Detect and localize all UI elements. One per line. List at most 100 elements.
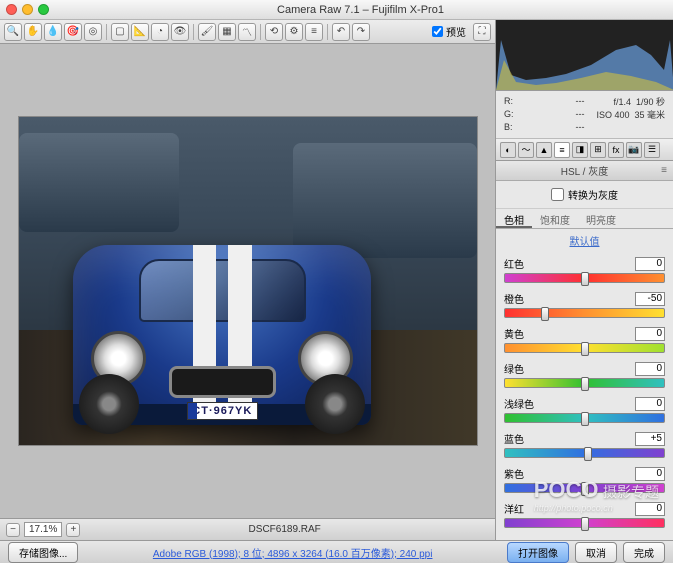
metadata-box: R:--- G:--- B:--- f/1.4 1/90 秒 ISO 400 3… <box>496 91 673 139</box>
window-maximize-button[interactable] <box>38 4 49 15</box>
default-link[interactable]: 默认值 <box>496 229 673 252</box>
panel-title: HSL / 灰度 <box>496 161 673 181</box>
rotate-ccw-icon[interactable]: ↶ <box>332 23 350 41</box>
tab-curve-icon[interactable]: 〜 <box>518 142 534 158</box>
slider-value-input[interactable] <box>635 327 665 341</box>
color-sampler-tool-icon[interactable]: 🎯 <box>64 23 82 41</box>
slider-track[interactable] <box>504 448 665 458</box>
license-plate: CT·967YK <box>192 405 252 417</box>
zoom-tool-icon[interactable]: 🔍 <box>4 23 22 41</box>
slider-thumb[interactable] <box>581 342 589 356</box>
tab-lens-icon[interactable]: ⊞ <box>590 142 606 158</box>
tab-basic-icon[interactable]: ◐ <box>500 142 516 158</box>
slider-track[interactable] <box>504 413 665 423</box>
done-button[interactable]: 完成 <box>623 542 665 563</box>
separator <box>193 24 194 40</box>
slider-thumb[interactable] <box>581 517 589 531</box>
slider-track[interactable] <box>504 308 665 318</box>
slider-value-input[interactable] <box>635 257 665 271</box>
slider-label: 浅绿色 <box>504 396 534 411</box>
graduated-filter-tool-icon[interactable]: ▦ <box>218 23 236 41</box>
window-close-button[interactable] <box>6 4 17 15</box>
slider-value-input[interactable] <box>635 362 665 376</box>
slider-value-input[interactable] <box>635 467 665 481</box>
adjust-tabs: ◐ 〜 ▲ ≡ ◨ ⊞ fx 📷 ☰ <box>496 139 673 161</box>
toolbar: 🔍 ✋ 💧 🎯 ◎ ▢ 📐 ◔ 👁 🖌 ▦ 〽 ⟲ ⚙ ≡ ↶ ↷ 预览 ⛶ <box>0 20 495 44</box>
status-bar: − 17.1% + DSCF6189.RAF <box>0 518 495 540</box>
list-tool-icon[interactable]: ≡ <box>305 23 323 41</box>
tab-fx-icon[interactable]: fx <box>608 142 624 158</box>
slider-thumb[interactable] <box>581 272 589 286</box>
subtab-hue[interactable]: 色相 <box>496 209 532 228</box>
window-minimize-button[interactable] <box>22 4 33 15</box>
sliders-container: 红色橙色黄色绿色浅绿色蓝色紫色洋红 <box>496 252 673 540</box>
subtab-luminance[interactable]: 明亮度 <box>578 209 624 228</box>
separator <box>106 24 107 40</box>
spot-removal-tool-icon[interactable]: ◔ <box>151 23 169 41</box>
image-frame: CT·967YK <box>18 116 478 446</box>
targeted-adjust-tool-icon[interactable]: ◎ <box>84 23 102 41</box>
window-title: Camera Raw 7.1 – Fujifilm X-Pro1 <box>54 4 667 16</box>
crop-tool-icon[interactable]: ▢ <box>111 23 129 41</box>
redeye-tool-icon[interactable]: 👁 <box>171 23 189 41</box>
slider-thumb[interactable] <box>584 447 592 461</box>
tab-hsl-icon[interactable]: ≡ <box>554 142 570 158</box>
slider-row-6: 紫色 <box>504 466 665 493</box>
tone-curve-tool-icon[interactable]: 〽 <box>238 23 256 41</box>
slider-thumb[interactable] <box>581 377 589 391</box>
preview-toggle[interactable]: 预览 ⛶ <box>432 23 491 41</box>
slider-value-input[interactable] <box>635 432 665 446</box>
tab-split-icon[interactable]: ◨ <box>572 142 588 158</box>
image-preview-area[interactable]: CT·967YK <box>0 44 495 518</box>
slider-row-7: 洋红 <box>504 501 665 528</box>
subtab-saturation[interactable]: 饱和度 <box>532 209 578 228</box>
slider-track[interactable] <box>504 483 665 493</box>
slider-row-0: 红色 <box>504 256 665 283</box>
slider-label: 绿色 <box>504 361 524 376</box>
mac-titlebar: Camera Raw 7.1 – Fujifilm X-Pro1 <box>0 0 673 20</box>
fullscreen-icon[interactable]: ⛶ <box>473 23 491 41</box>
save-image-button[interactable]: 存储图像... <box>8 542 78 563</box>
preview-checkbox[interactable] <box>432 26 443 37</box>
rotate-tool-icon[interactable]: ⟲ <box>265 23 283 41</box>
eyedropper-tool-icon[interactable]: 💧 <box>44 23 62 41</box>
straighten-tool-icon[interactable]: 📐 <box>131 23 149 41</box>
cancel-button[interactable]: 取消 <box>575 542 617 563</box>
slider-row-2: 黄色 <box>504 326 665 353</box>
bottom-row: 存储图像... Adobe RGB (1998); 8 位; 4896 x 32… <box>0 540 673 563</box>
slider-value-input[interactable] <box>635 292 665 306</box>
zoom-level[interactable]: 17.1% <box>24 522 62 537</box>
slider-thumb[interactable] <box>541 307 549 321</box>
grayscale-row[interactable]: 转换为灰度 <box>496 181 673 209</box>
filename: DSCF6189.RAF <box>80 524 489 535</box>
slider-track[interactable] <box>504 378 665 388</box>
hsl-subtabs: 色相 饱和度 明亮度 <box>496 209 673 229</box>
slider-track[interactable] <box>504 518 665 528</box>
slider-value-input[interactable] <box>635 397 665 411</box>
tab-detail-icon[interactable]: ▲ <box>536 142 552 158</box>
rotate-cw-icon[interactable]: ↷ <box>352 23 370 41</box>
adjustment-brush-tool-icon[interactable]: 🖌 <box>198 23 216 41</box>
preferences-tool-icon[interactable]: ⚙ <box>285 23 303 41</box>
histogram[interactable] <box>496 20 673 91</box>
slider-row-3: 绿色 <box>504 361 665 388</box>
slider-row-1: 橙色 <box>504 291 665 318</box>
slider-label: 黄色 <box>504 326 524 341</box>
tab-presets-icon[interactable]: ☰ <box>644 142 660 158</box>
zoom-out-icon[interactable]: − <box>6 523 20 537</box>
slider-track[interactable] <box>504 343 665 353</box>
hand-tool-icon[interactable]: ✋ <box>24 23 42 41</box>
left-pane: 🔍 ✋ 💧 🎯 ◎ ▢ 📐 ◔ 👁 🖌 ▦ 〽 ⟲ ⚙ ≡ ↶ ↷ 预览 ⛶ <box>0 20 495 540</box>
slider-thumb[interactable] <box>581 482 589 496</box>
separator <box>260 24 261 40</box>
right-panel: R:--- G:--- B:--- f/1.4 1/90 秒 ISO 400 3… <box>495 20 673 540</box>
slider-track[interactable] <box>504 273 665 283</box>
grayscale-checkbox[interactable] <box>551 188 564 201</box>
slider-value-input[interactable] <box>635 502 665 516</box>
slider-label: 蓝色 <box>504 431 524 446</box>
slider-thumb[interactable] <box>581 412 589 426</box>
tab-camera-icon[interactable]: 📷 <box>626 142 642 158</box>
workflow-link[interactable]: Adobe RGB (1998); 8 位; 4896 x 3264 (16.0… <box>78 545 507 560</box>
zoom-in-icon[interactable]: + <box>66 523 80 537</box>
open-image-button[interactable]: 打开图像 <box>507 542 569 563</box>
